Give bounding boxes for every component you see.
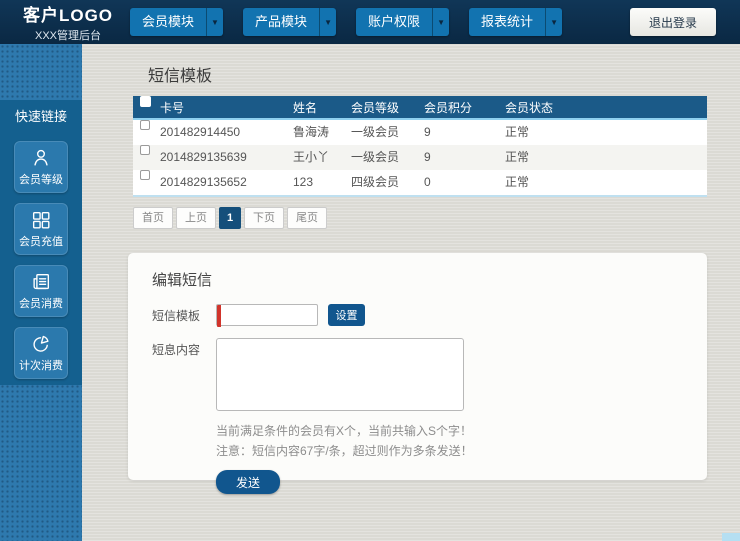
quick-links-title: 快速链接 [14, 109, 67, 124]
template-input-wrap [216, 304, 318, 328]
row-checkbox[interactable] [140, 120, 150, 130]
column-header-status: 会员状态 [505, 101, 554, 115]
nav-product-module[interactable]: 产品模块 ▼ [243, 8, 337, 36]
caret-down-icon[interactable]: ▼ [545, 8, 562, 36]
cell-card-no: 2014829135652 [160, 175, 247, 189]
column-header-name: 姓名 [293, 101, 318, 115]
nav-label: 账户权限 [368, 14, 421, 29]
sidebar-item-member-level[interactable]: 会员等级 [14, 141, 68, 193]
table-row: 201482914450 鲁海涛 一级会员 9 正常 [133, 120, 707, 145]
pagination-last-button[interactable]: 尾页 [287, 207, 327, 229]
nav-report-statistics[interactable]: 报表统计 ▼ [469, 8, 563, 36]
row-checkbox[interactable] [140, 170, 150, 180]
quick-links-panel: 快速链接 会员等级 会员充值 会员消费 计次消费 [0, 100, 82, 385]
logo-title: 客户LOGO [22, 6, 114, 25]
nav-label: 会员模块 [142, 14, 195, 29]
template-form-row: 短信模板 设置 [152, 304, 683, 328]
edit-sms-title: 编辑短信 [152, 272, 213, 289]
top-header-bar: 客户LOGO XXX管理后台 会员模块 ▼ 产品模块 ▼ 账户权限 ▼ 报表统计… [0, 0, 740, 44]
cell-name: 鲁海涛 [293, 125, 330, 139]
receipt-icon [33, 273, 50, 290]
grid-icon [32, 211, 50, 229]
template-field-label: 短信模板 [152, 309, 201, 323]
logo: 客户LOGO XXX管理后台 [12, 1, 124, 43]
pagination-prev-button[interactable]: 上页 [176, 207, 216, 229]
sidebar-item-label: 会员消费 [19, 298, 63, 310]
cell-points: 9 [424, 150, 431, 164]
nav-label: 产品模块 [255, 14, 308, 29]
caret-down-icon[interactable]: ▼ [206, 8, 223, 36]
user-icon [34, 149, 48, 166]
cell-level: 一级会员 [351, 150, 400, 164]
sidebar: 快速链接 会员等级 会员充值 会员消费 计次消费 [0, 44, 82, 541]
admin-page: 客户LOGO XXX管理后台 会员模块 ▼ 产品模块 ▼ 账户权限 ▼ 报表统计… [0, 0, 740, 541]
cell-name: 123 [293, 175, 314, 189]
pie-chart-icon [33, 335, 49, 352]
page-title: 短信模板 [148, 68, 213, 85]
pagination-first-button[interactable]: 首页 [133, 207, 173, 229]
cell-status: 正常 [505, 150, 530, 164]
nav-label: 报表统计 [481, 14, 534, 29]
note-length-warning: 注意：短信内容67字/条，超过则作为多条发送！ [216, 444, 473, 458]
sidebar-item-label: 会员充值 [19, 236, 63, 248]
cell-status: 正常 [505, 125, 530, 139]
nav-account-permissions[interactable]: 账户权限 ▼ [356, 8, 450, 36]
sms-notes: 当前满足条件的会员有X个，当前共输入S个字！ 注意：短信内容67字/条，超过则作… [216, 421, 683, 461]
cell-status: 正常 [505, 175, 530, 189]
cell-card-no: 2014829135639 [160, 150, 247, 164]
cell-points: 0 [424, 175, 431, 189]
cell-level: 一级会员 [351, 125, 400, 139]
scroll-corner-chip [722, 533, 740, 541]
logo-subtitle: XXX管理后台 [34, 30, 101, 42]
edit-sms-card: 编辑短信 短信模板 设置 短息内容 当前满足条件的会员有X个，当前共输入S个字！… [128, 253, 707, 494]
logout-button[interactable]: 退出登录 [630, 8, 716, 36]
sms-content-textarea[interactable] [216, 338, 464, 411]
column-header-points: 会员积分 [424, 101, 473, 115]
nav-member-module[interactable]: 会员模块 ▼ [130, 8, 224, 36]
sidebar-item-member-consumption[interactable]: 会员消费 [14, 265, 68, 317]
pagination-current-page[interactable]: 1 [219, 207, 241, 229]
cell-points: 9 [424, 125, 431, 139]
sidebar-item-label: 会员等级 [19, 174, 63, 186]
cell-name: 王小丫 [293, 150, 330, 164]
note-member-count: 当前满足条件的会员有X个，当前共输入S个字！ [216, 424, 473, 438]
select-all-checkbox[interactable] [140, 96, 151, 107]
sidebar-item-member-recharge[interactable]: 会员充值 [14, 203, 68, 255]
template-input[interactable] [216, 304, 318, 326]
column-header-card-no: 卡号 [160, 101, 185, 115]
pagination-next-button[interactable]: 下页 [244, 207, 284, 229]
main-content: 短信模板 卡号 姓名 会员等级 会员积分 会员状态 201482914450 鲁… [82, 44, 740, 541]
pagination: 首页 上页 1 下页 尾页 [133, 207, 740, 229]
main-nav: 会员模块 ▼ 产品模块 ▼ 账户权限 ▼ 报表统计 ▼ [130, 8, 563, 36]
column-header-level: 会员等级 [351, 101, 400, 115]
sidebar-item-label: 计次消费 [19, 360, 63, 372]
set-template-button[interactable]: 设置 [328, 304, 365, 326]
content-field-label: 短息内容 [152, 343, 201, 357]
cell-card-no: 201482914450 [160, 125, 241, 139]
required-marker [217, 305, 221, 327]
caret-down-icon[interactable]: ▼ [432, 8, 449, 36]
sms-template-table: 卡号 姓名 会员等级 会员积分 会员状态 201482914450 鲁海涛 一级… [133, 96, 707, 197]
table-row: 2014829135652 123 四级会员 0 正常 [133, 170, 707, 195]
sidebar-item-count-consumption[interactable]: 计次消费 [14, 327, 68, 379]
content-form-row: 短息内容 [152, 338, 683, 411]
row-checkbox[interactable] [140, 145, 150, 155]
table-header-row: 卡号 姓名 会员等级 会员积分 会员状态 [133, 96, 707, 120]
table-row: 2014829135639 王小丫 一级会员 9 正常 [133, 145, 707, 170]
send-button[interactable]: 发送 [216, 470, 280, 494]
caret-down-icon[interactable]: ▼ [319, 8, 336, 36]
cell-level: 四级会员 [351, 175, 400, 189]
